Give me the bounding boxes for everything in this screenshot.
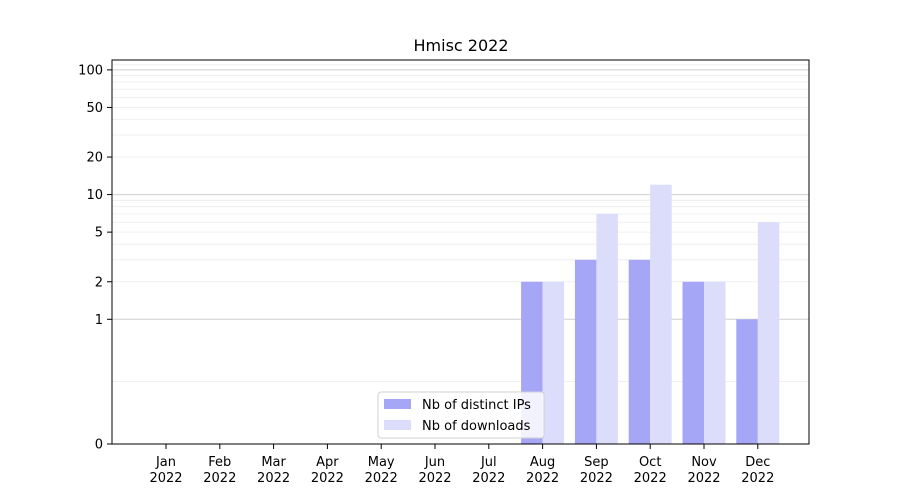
x-tick-label-month: Feb: [208, 455, 231, 470]
x-tick-label-month: Oct: [639, 455, 661, 470]
x-tick-label-year: 2022: [580, 471, 613, 486]
y-tick-label: 5: [95, 226, 103, 241]
x-tick-label-month: Jul: [480, 455, 497, 470]
y-tick-label: 100: [78, 63, 103, 78]
bar-downloads: [596, 213, 618, 444]
x-tick-label-year: 2022: [687, 471, 720, 486]
x-tick-label-year: 2022: [365, 471, 398, 486]
x-tick-label-month: Jan: [155, 455, 176, 470]
x-tick-label-year: 2022: [472, 471, 505, 486]
x-tick-label-month: May: [368, 455, 395, 470]
x-tick-label-year: 2022: [311, 471, 344, 486]
bars: [521, 184, 780, 444]
legend: Nb of distinct IPs Nb of downloads: [377, 391, 545, 439]
y-tick-label: 0: [95, 438, 103, 453]
legend-swatch: [384, 399, 411, 409]
x-tick-label-year: 2022: [526, 471, 559, 486]
x-tick-label-month: Jun: [424, 455, 445, 470]
bar-distinct-ips: [682, 281, 704, 444]
x-tick-label-month: Aug: [530, 455, 555, 470]
y-tick-label: 10: [86, 188, 103, 203]
y-axis: 0 1 2 5 10 20 50 100: [78, 63, 112, 453]
x-tick-label-year: 2022: [149, 471, 182, 486]
chart-title: Hmisc 2022: [414, 36, 509, 55]
bar-distinct-ips: [628, 259, 651, 444]
x-tick-label-year: 2022: [634, 471, 667, 486]
x-tick-label-year: 2022: [203, 471, 236, 486]
bar-chart: Hmisc 2022 0125102050100 Jan2022Feb2022M…: [78, 36, 810, 486]
bar-downloads: [757, 222, 780, 444]
bar-downloads: [650, 184, 672, 444]
x-tick-label-month: Apr: [316, 455, 339, 470]
y-tick-label: 1: [95, 313, 103, 328]
y-tick-label: 2: [95, 275, 103, 290]
x-tick-label-month: Nov: [691, 455, 717, 470]
x-tick-label-year: 2022: [418, 471, 451, 486]
bar-distinct-ips: [736, 319, 758, 444]
bar-downloads: [542, 281, 565, 444]
bar-downloads: [704, 281, 726, 444]
y-tick-label: 20: [86, 151, 103, 166]
x-tick-label-month: Sep: [584, 455, 609, 470]
bar-distinct-ips: [574, 259, 597, 444]
legend-label: Nb of downloads: [422, 419, 531, 434]
x-tick-label-month: Dec: [745, 455, 770, 470]
x-tick-label-year: 2022: [741, 471, 774, 486]
x-tick-label-year: 2022: [257, 471, 290, 486]
x-tick-label-month: Mar: [261, 455, 286, 470]
x-axis: Jan2022Feb2022Mar2022Apr2022May2022Jun20…: [149, 444, 774, 486]
legend-swatch: [384, 420, 411, 430]
y-tick-label: 50: [86, 101, 103, 116]
legend-label: Nb of distinct IPs: [422, 398, 531, 413]
